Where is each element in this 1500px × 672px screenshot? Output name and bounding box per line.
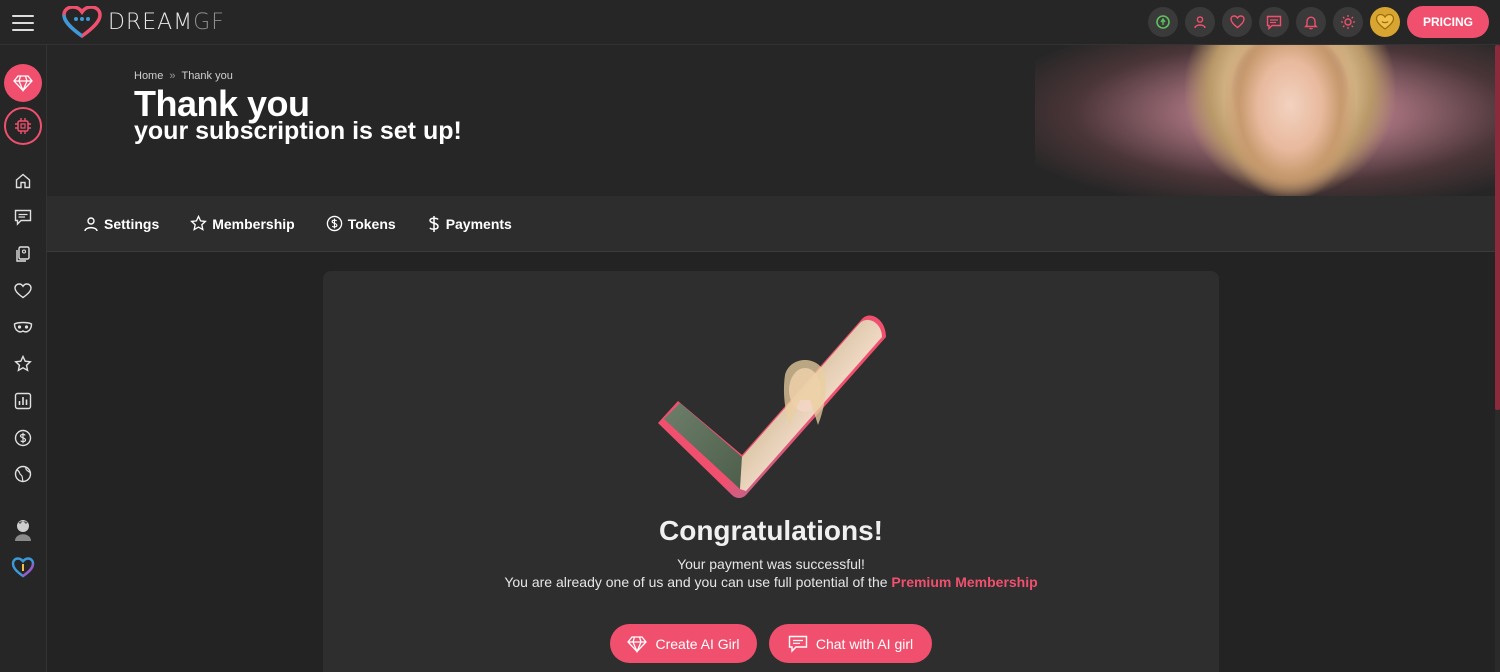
tab-tokens[interactable]: Tokens bbox=[326, 215, 396, 232]
dollar-icon[interactable] bbox=[12, 427, 34, 449]
diamond-icon[interactable] bbox=[4, 64, 42, 102]
breadcrumb-separator: » bbox=[169, 70, 176, 82]
tab-payments[interactable]: Payments bbox=[427, 215, 512, 233]
top-bar: DREAMGF PRICING bbox=[0, 0, 1500, 45]
chat-with-ai-girl-button[interactable]: Chat with AI girl bbox=[769, 624, 932, 663]
congrats-heading: Congratulations! bbox=[659, 515, 883, 546]
header-icons bbox=[1148, 7, 1400, 37]
tab-label: Membership bbox=[212, 215, 295, 232]
breadcrumb-home[interactable]: Home bbox=[134, 70, 163, 82]
pricing-button[interactable]: PRICING bbox=[1407, 6, 1489, 38]
globe-icon[interactable] bbox=[12, 463, 34, 485]
account-tabs: Settings Membership Tokens Payments bbox=[47, 196, 1495, 252]
star-icon bbox=[190, 215, 208, 231]
home-icon[interactable] bbox=[12, 170, 34, 192]
create-ai-girl-button[interactable]: Create AI Girl bbox=[610, 624, 757, 663]
coin-icon bbox=[326, 215, 342, 232]
heart-icon[interactable] bbox=[12, 280, 34, 302]
sun-icon[interactable] bbox=[1333, 7, 1363, 37]
premium-membership-link[interactable]: Premium Membership bbox=[891, 574, 1037, 590]
mask-icon[interactable] bbox=[12, 317, 34, 339]
user-icon[interactable] bbox=[1185, 7, 1215, 37]
stats-icon[interactable] bbox=[12, 390, 34, 412]
avatar-icon[interactable] bbox=[11, 518, 35, 542]
logo-heart-icon[interactable] bbox=[11, 556, 35, 578]
button-label: Chat with AI girl bbox=[815, 635, 914, 652]
page-subtitle: your subscription is set up! bbox=[134, 117, 462, 145]
button-label: Create AI Girl bbox=[655, 635, 740, 652]
coin-heart-icon[interactable] bbox=[1370, 7, 1400, 37]
scrollbar-thumb[interactable] bbox=[1495, 45, 1500, 410]
chat-icon bbox=[788, 635, 808, 653]
tab-membership[interactable]: Membership bbox=[190, 215, 295, 232]
tab-label: Payments bbox=[445, 215, 512, 232]
logo[interactable]: DREAMGF bbox=[62, 6, 225, 39]
payment-success-text: Your payment was successful! bbox=[677, 556, 865, 572]
tab-label: Tokens bbox=[347, 215, 396, 232]
dollar-icon bbox=[428, 215, 439, 232]
rocket-coin-icon[interactable] bbox=[1148, 7, 1178, 37]
sidebar bbox=[0, 45, 47, 672]
logo-text: DREAMGF bbox=[108, 10, 225, 35]
tab-label: Settings bbox=[104, 215, 160, 232]
checkmark-illustration bbox=[650, 305, 895, 505]
breadcrumb: Home » Thank you bbox=[134, 70, 233, 82]
chat-icon[interactable] bbox=[12, 206, 34, 228]
logo-heart-icon bbox=[62, 6, 102, 39]
page-header: Home » Thank you Thank you your subscrip… bbox=[47, 45, 1495, 196]
chip-icon[interactable] bbox=[4, 107, 42, 145]
heart-icon[interactable] bbox=[1222, 7, 1252, 37]
diamond-icon bbox=[627, 635, 648, 653]
breadcrumb-current: Thank you bbox=[181, 70, 233, 82]
menu-icon[interactable] bbox=[12, 12, 34, 32]
chat-icon[interactable] bbox=[1259, 7, 1289, 37]
header-image bbox=[1035, 45, 1495, 196]
user-icon bbox=[84, 216, 98, 231]
tab-settings[interactable]: Settings bbox=[83, 216, 159, 232]
membership-text: You are already one of us and you can us… bbox=[504, 574, 1038, 590]
bell-icon[interactable] bbox=[1296, 7, 1326, 37]
gallery-icon[interactable] bbox=[12, 243, 34, 265]
star-icon[interactable] bbox=[12, 353, 34, 375]
